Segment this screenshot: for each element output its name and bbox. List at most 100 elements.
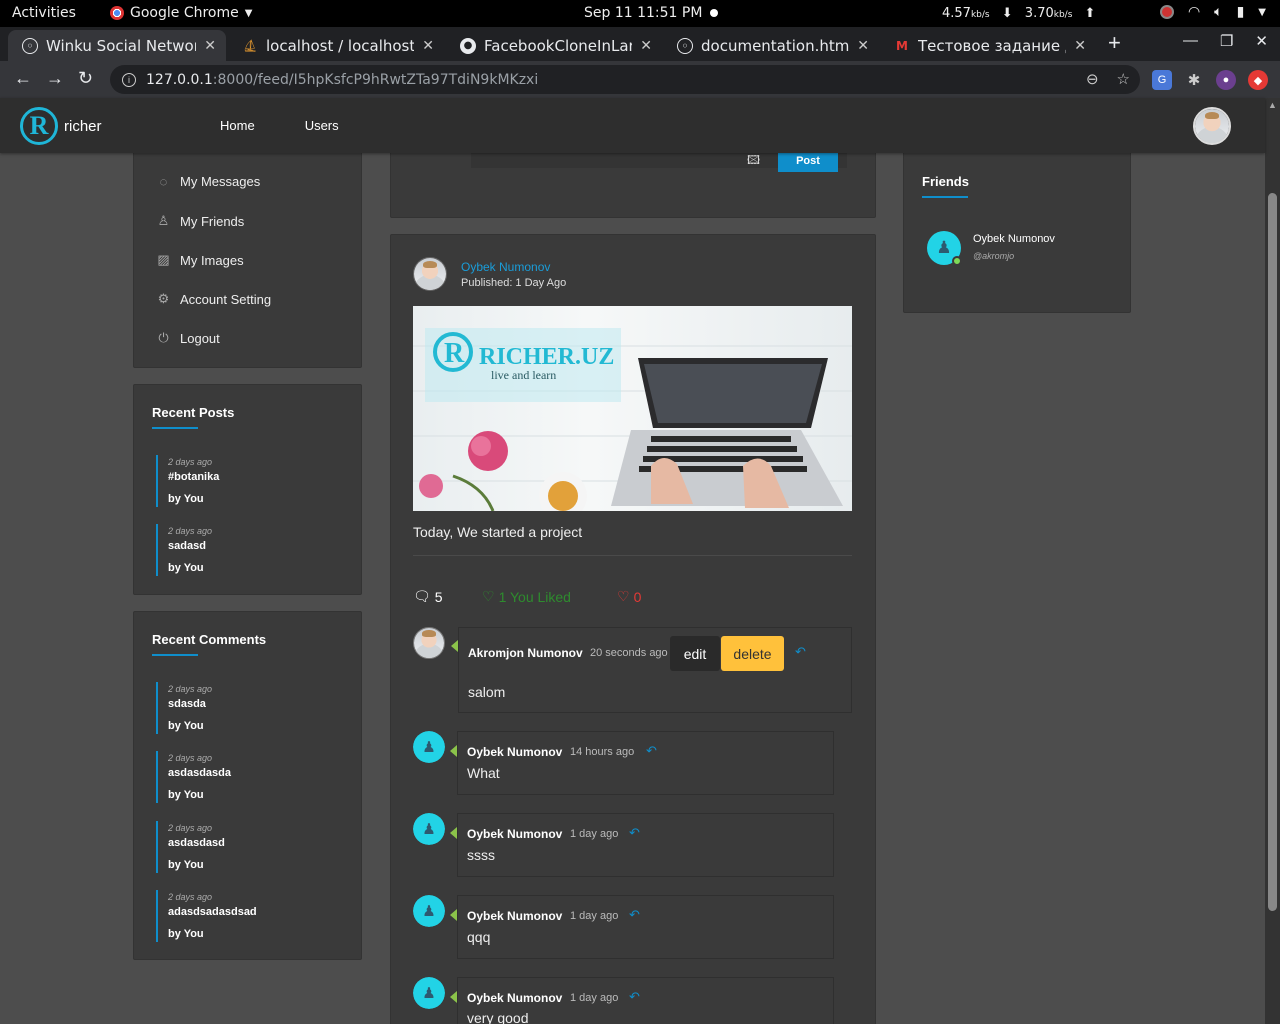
sidebar-item-messages[interactable]: ◌ My Messages [156, 174, 261, 189]
comment-avatar[interactable] [413, 627, 445, 659]
activities-button[interactable]: Activities [12, 5, 76, 21]
comment-avatar[interactable]: ♟ [413, 813, 445, 845]
close-icon[interactable]: ✕ [422, 38, 434, 54]
net-up-value: 3.70 [1024, 6, 1054, 21]
info-icon[interactable]: i [122, 72, 136, 87]
recent-comment-author: by You [168, 789, 204, 801]
indicator-icon[interactable] [1159, 5, 1174, 19]
app-menu[interactable]: Google Chrome ▼ [110, 5, 252, 21]
reply-icon[interactable]: ↶ [795, 644, 806, 660]
delete-comment-button[interactable]: delete [721, 636, 784, 671]
recent-post-item[interactable]: 2 days ago #botanika by You [156, 455, 219, 507]
tab-title: Winku Social Network [46, 36, 197, 55]
broken-heart-icon: ♡ [617, 588, 630, 604]
close-icon[interactable]: ✕ [857, 38, 869, 54]
battery-icon[interactable]: ▮ [1237, 4, 1245, 20]
post-author-name[interactable]: Oybek Numonov [461, 260, 550, 274]
logo-mark: R [20, 107, 58, 145]
recent-post-title[interactable]: sadasd [168, 540, 212, 552]
close-icon[interactable]: ✕ [204, 38, 216, 54]
scrollbar-thumb[interactable] [1268, 193, 1277, 911]
close-icon[interactable]: ✕ [1074, 38, 1086, 54]
extension-red-icon[interactable]: ◆ [1248, 70, 1268, 90]
heart-icon: ♡ [482, 588, 495, 604]
comments-count[interactable]: 🗨︎ 5 [413, 588, 443, 605]
recent-comment-item[interactable]: 2 days ago asdasdasd by You [156, 821, 225, 873]
comment-author[interactable]: Oybek Numonov [467, 745, 562, 759]
translate-extension-icon[interactable]: G [1152, 70, 1172, 90]
new-tab-button[interactable]: + [1108, 30, 1121, 56]
site-logo[interactable]: R richer [20, 107, 102, 145]
browser-tab[interactable]: ⛵︎ localhost / localhost / l ✕ [228, 30, 444, 61]
system-tray[interactable]: ◠ 🔈︎ ▮ ▼ [1159, 4, 1266, 20]
address-bar[interactable]: i 127.0.0.1:8000/feed/I5hpKsfcP9hRwtZTa9… [110, 65, 1140, 94]
recent-comment-title[interactable]: asdasdasd [168, 837, 225, 849]
app-menu-label: Google Chrome [130, 5, 239, 21]
browser-tab[interactable]: ● FacebookCloneInLarav ✕ [446, 30, 662, 61]
reply-icon[interactable]: ↶ [629, 825, 640, 841]
net-down-unit: kb/s [970, 10, 990, 20]
close-icon[interactable]: ✕ [640, 38, 652, 54]
recent-comment-item[interactable]: 2 days ago adasdsadasdsad by You [156, 890, 257, 942]
comment-text: qqq [467, 929, 491, 945]
bookmark-star-icon[interactable]: ☆ [1117, 70, 1130, 88]
recent-post-item[interactable]: 2 days ago sadasd by You [156, 524, 212, 576]
comment-author[interactable]: Akromjon Numonov [468, 646, 583, 660]
comment-avatar[interactable]: ♟ [413, 977, 445, 1009]
comment-avatar[interactable]: ♟ [413, 895, 445, 927]
url-text[interactable]: 127.0.0.1:8000/feed/I5hpKsfcP9hRwtZTa97T… [146, 72, 538, 88]
comment-author[interactable]: Oybek Numonov [467, 909, 562, 923]
recent-comment-item[interactable]: 2 days ago sdasda by You [156, 682, 212, 734]
user-avatar[interactable] [1193, 107, 1231, 145]
browser-tab[interactable]: ◦ documentation.html ✕ [663, 30, 879, 61]
sidebar-item-label: My Messages [180, 174, 261, 189]
sidebar-menu: ◌ My Messages ♙ My Friends ▨ My Images ⚙… [133, 140, 362, 368]
puzzle-extension-icon[interactable]: ✱ [1184, 70, 1204, 90]
friend-name[interactable]: Oybek Numonov [973, 233, 1055, 245]
volume-icon[interactable]: 🔈︎ [1214, 4, 1222, 20]
reply-icon[interactable]: ↶ [629, 989, 640, 1005]
back-arrow-icon[interactable]: ← [14, 68, 32, 89]
recent-comment-title[interactable]: sdasda [168, 698, 212, 710]
recent-post-title[interactable]: #botanika [168, 471, 219, 483]
image-upload-icon[interactable]: 🖾︎ [747, 151, 760, 172]
post-image[interactable]: R RICHER.UZ live and learn [413, 306, 852, 511]
page-scrollbar[interactable]: ▲ [1265, 98, 1280, 1024]
restore-icon[interactable]: ❐ [1220, 32, 1233, 50]
recent-comment-title[interactable]: adasdsadasdsad [168, 906, 257, 918]
clock[interactable]: Sep 11 11:51 PM [584, 5, 702, 21]
graduate-avatar-icon: ♟ [413, 731, 445, 763]
sidebar-item-images[interactable]: ▨ My Images [156, 252, 243, 268]
post-author-avatar[interactable] [413, 257, 447, 291]
nav-home-link[interactable]: Home [220, 118, 255, 133]
reload-icon[interactable]: ↻ [78, 68, 93, 89]
wifi-icon[interactable]: ◠ [1188, 4, 1200, 20]
comment-avatar[interactable]: ♟ [413, 731, 445, 763]
reply-icon[interactable]: ↶ [629, 907, 640, 923]
dislike-button[interactable]: ♡ 0 [617, 588, 641, 605]
recent-comment-title[interactable]: asdasdasda [168, 767, 231, 779]
sidebar-item-logout[interactable]: ⏻ Logout [156, 330, 219, 346]
minimize-icon[interactable]: — [1183, 32, 1198, 50]
comment-author[interactable]: Oybek Numonov [467, 827, 562, 841]
forward-arrow-icon[interactable]: → [46, 68, 64, 89]
recent-comment-item[interactable]: 2 days ago asdasdasda by You [156, 751, 231, 803]
close-window-icon[interactable]: ✕ [1255, 32, 1268, 50]
browser-tab[interactable]: ◦ Winku Social Network ✕ [8, 30, 226, 61]
reply-icon[interactable]: ↶ [646, 743, 657, 759]
sidebar-item-account-setting[interactable]: ⚙ Account Setting [156, 291, 271, 307]
comment-author[interactable]: Oybek Numonov [467, 991, 562, 1005]
sidebar-item-friends[interactable]: ♙ My Friends [156, 213, 245, 229]
friend-avatar[interactable]: ♟ [927, 231, 962, 266]
like-button[interactable]: ♡ 1 You Liked [482, 588, 571, 605]
edit-comment-button[interactable]: edit [670, 636, 720, 671]
graduate-avatar-icon: ♟ [413, 977, 445, 1009]
nav-users-link[interactable]: Users [305, 118, 339, 133]
zoom-icon[interactable]: ⊖ [1086, 70, 1099, 88]
browser-tab[interactable]: M Тестовое задание для ✕ [880, 30, 1096, 61]
tab-title: FacebookCloneInLarav [484, 36, 633, 55]
chevron-down-icon[interactable]: ▼ [1258, 7, 1266, 18]
profile-avatar-icon[interactable]: ● [1216, 70, 1236, 90]
scroll-up-arrow-icon[interactable]: ▲ [1268, 100, 1277, 110]
svg-text:R: R [444, 338, 465, 369]
